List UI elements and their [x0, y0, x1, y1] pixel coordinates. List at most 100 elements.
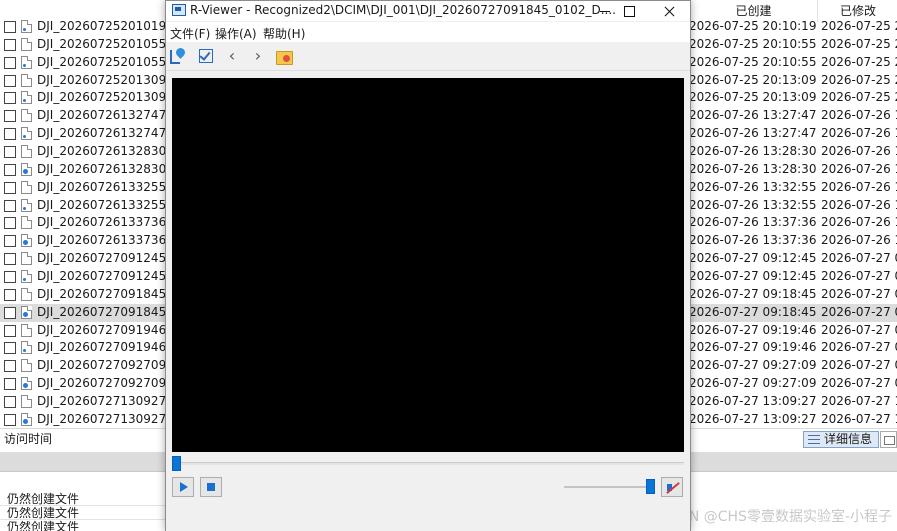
created-time: 2026-07-25 20:10:19 [689, 19, 817, 33]
playback-controls [166, 471, 690, 531]
play-button[interactable] [172, 477, 194, 497]
row-checkbox[interactable] [4, 21, 16, 33]
row-checkbox[interactable] [4, 74, 16, 87]
open-folder-icon[interactable] [275, 47, 293, 65]
file-icon [21, 73, 32, 87]
modified-time: 2026-07-27 09 [821, 358, 897, 373]
volume-slider[interactable] [564, 486, 652, 488]
modified-time: 2026-07-27 09 [821, 340, 897, 355]
file-icon [21, 109, 32, 123]
created-time: 2026-07-26 13:28:30 [689, 144, 817, 159]
menu-help[interactable]: 帮助(H) [263, 25, 305, 42]
row-checkbox[interactable] [4, 146, 16, 159]
created-time: 2026-07-27 09:19:46 [689, 322, 817, 337]
previous-icon[interactable]: ‹ [223, 47, 241, 65]
row-checkbox[interactable] [4, 271, 16, 284]
file-icon [21, 55, 32, 69]
created-time: 2026-07-25 20:13:09 [689, 90, 817, 105]
created-time: 2026-07-27 09:12:45 [689, 251, 817, 266]
video-file-icon [21, 162, 32, 176]
video-file-icon [21, 305, 32, 319]
r-viewer-window: R-Viewer - Recognized2\DCIM\DJI_001\DJI_… [165, 0, 691, 531]
volume-thumb[interactable] [646, 479, 655, 494]
file-icon [21, 270, 32, 284]
panel-toggle-button[interactable] [880, 431, 897, 448]
created-time: 2026-07-27 09:27:09 [689, 358, 817, 373]
modified-time: 2026-07-27 09 [821, 269, 897, 284]
row-checkbox[interactable] [4, 128, 16, 141]
map-location-icon[interactable] [170, 47, 188, 65]
file-icon [21, 359, 32, 373]
row-checkbox[interactable] [4, 342, 16, 355]
modified-time: 2026-07-25 20 [821, 90, 897, 105]
row-checkbox[interactable] [4, 324, 16, 337]
file-icon [21, 341, 32, 355]
modified-time: 2026-07-27 13 [821, 394, 897, 409]
row-checkbox[interactable] [4, 199, 16, 212]
file-icon [21, 145, 32, 159]
row-checkbox[interactable] [4, 378, 16, 391]
title-bar[interactable]: R-Viewer - Recognized2\DCIM\DJI_001\DJI_… [166, 1, 690, 21]
row-checkbox[interactable] [4, 181, 16, 194]
grid-view-icon [808, 435, 820, 444]
modified-time: 2026-07-26 13 [821, 126, 897, 141]
file-icon [21, 180, 32, 194]
file-icon [21, 37, 32, 51]
file-icon [21, 91, 32, 105]
row-checkbox[interactable] [4, 413, 16, 426]
modified-time: 2026-07-27 09 [821, 376, 897, 391]
created-time: 2026-07-27 09:18:45 [689, 286, 817, 301]
menu-operations[interactable]: 操作(A) [215, 25, 257, 42]
note-item: 仍然创建文件 [7, 520, 80, 531]
stop-button[interactable] [200, 477, 222, 497]
row-checkbox[interactable] [4, 288, 16, 301]
file-icon [21, 323, 32, 337]
modified-time: 2026-07-25 20 [821, 72, 897, 87]
modified-time: 2026-07-26 13 [821, 161, 897, 176]
created-time: 2026-07-25 20:13:09 [689, 72, 817, 87]
row-checkbox[interactable] [4, 92, 16, 105]
video-display[interactable] [172, 78, 684, 452]
modified-time: 2026-07-27 09 [821, 304, 897, 319]
row-checkbox[interactable] [4, 217, 16, 230]
row-checkbox[interactable] [4, 396, 16, 409]
modified-time: 2026-07-27 13 [821, 411, 897, 426]
row-checkbox[interactable] [4, 38, 16, 51]
row-checkbox[interactable] [4, 163, 16, 176]
row-checkbox[interactable] [4, 306, 16, 319]
file-icon [21, 287, 32, 301]
file-icon [21, 198, 32, 212]
created-time: 2026-07-26 13:32:55 [689, 197, 817, 212]
created-time: 2026-07-27 09:12:45 [689, 269, 817, 284]
modified-time: 2026-07-26 13 [821, 179, 897, 194]
close-button[interactable] [646, 1, 692, 21]
window-title: R-Viewer - Recognized2\DCIM\DJI_001\DJI_… [190, 3, 616, 17]
row-checkbox[interactable] [4, 253, 16, 266]
mute-toggle-button[interactable] [661, 477, 683, 497]
video-file-icon [21, 234, 32, 248]
created-time: 2026-07-27 13:09:27 [689, 394, 817, 409]
row-checkbox[interactable] [4, 235, 16, 248]
next-icon[interactable]: › [249, 47, 267, 65]
modified-time: 2026-07-26 13 [821, 197, 897, 212]
access-time-label: 访问时间 [4, 432, 53, 446]
seek-bar[interactable] [172, 462, 684, 465]
created-time: 2026-07-27 09:27:09 [689, 376, 817, 391]
tab-details[interactable]: 详细信息 [803, 431, 879, 448]
created-time: 2026-07-26 13:27:47 [689, 126, 817, 141]
created-time: 2026-07-27 13:09:27 [689, 411, 817, 426]
seek-thumb[interactable] [172, 456, 181, 471]
file-icon [21, 127, 32, 141]
row-checkbox[interactable] [4, 360, 16, 373]
menu-file[interactable]: 文件(F) [170, 25, 210, 42]
row-checkbox[interactable] [4, 56, 16, 69]
toolbar: ‹ › [166, 42, 690, 71]
created-time: 2026-07-26 13:28:30 [689, 161, 817, 176]
modified-time: 2026-07-27 09 [821, 251, 897, 266]
created-time: 2026-07-26 13:27:47 [689, 108, 817, 123]
modified-time: 2026-07-26 13 [821, 215, 897, 230]
row-checkbox[interactable] [4, 110, 16, 123]
tab-details-label: 详细信息 [824, 432, 873, 446]
file-icon [21, 252, 32, 266]
checkbox-icon[interactable] [197, 47, 215, 65]
